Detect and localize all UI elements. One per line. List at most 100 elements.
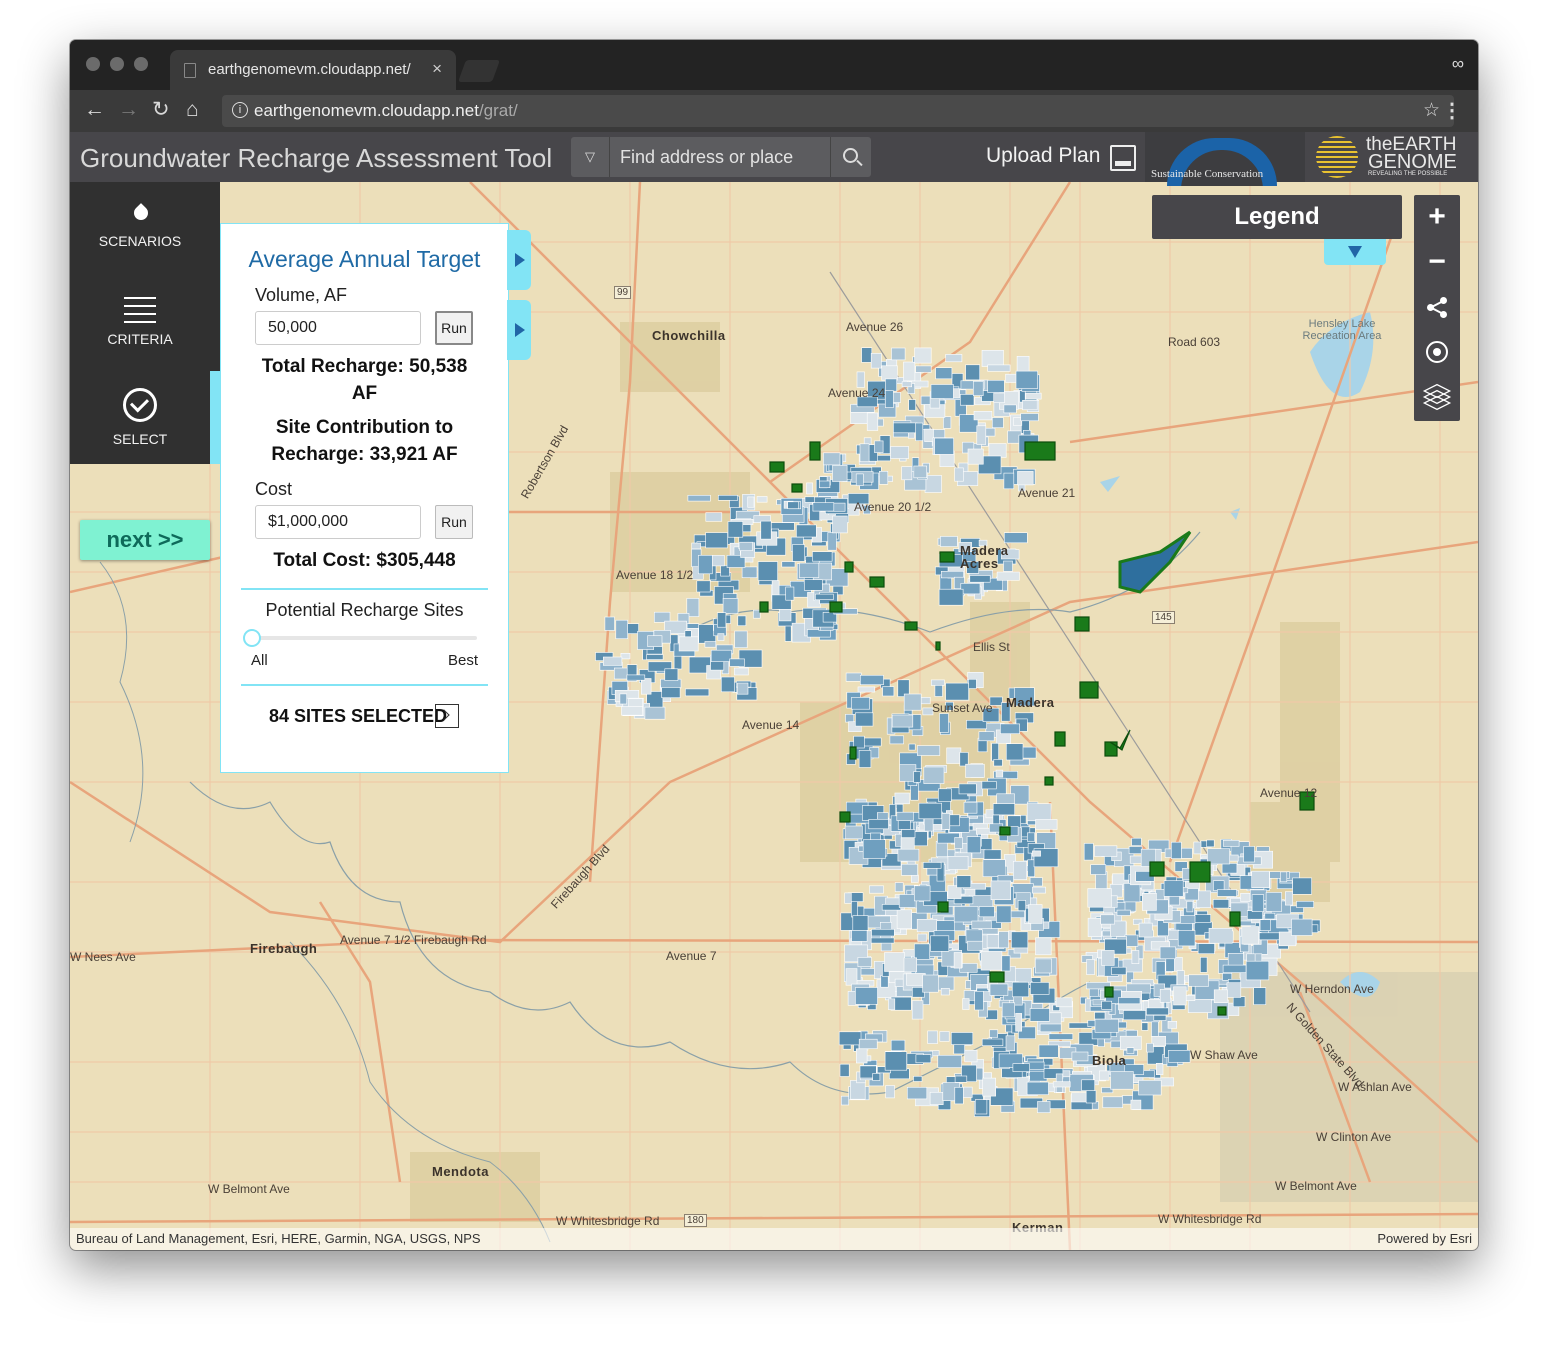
parcel bbox=[704, 641, 717, 648]
run-cost-button[interactable]: Run bbox=[435, 505, 473, 539]
parcel bbox=[1153, 1014, 1167, 1021]
parcel bbox=[1123, 883, 1141, 903]
parcel bbox=[924, 428, 934, 442]
parcel bbox=[897, 848, 920, 862]
volume-input[interactable] bbox=[255, 311, 421, 345]
reload-icon[interactable]: ↻ bbox=[152, 98, 170, 122]
sites-slider-track[interactable] bbox=[251, 636, 477, 640]
parcel bbox=[857, 686, 876, 693]
back-icon[interactable]: ← bbox=[84, 98, 105, 122]
recharge-site bbox=[1189, 861, 1211, 883]
parcel bbox=[945, 354, 963, 363]
parcel bbox=[1167, 1020, 1177, 1029]
next-button[interactable]: next >> bbox=[80, 520, 210, 560]
powered-by-esri[interactable]: Powered by Esri bbox=[1377, 1231, 1472, 1246]
parcel bbox=[913, 885, 931, 902]
parcel bbox=[967, 448, 984, 465]
legend-toggle-chevron-icon[interactable] bbox=[1324, 239, 1386, 265]
parcel bbox=[972, 381, 984, 396]
expand-panel-tab[interactable] bbox=[507, 300, 531, 360]
browser-tab[interactable]: earthgenomevm.cloudapp.net/ × bbox=[170, 50, 456, 90]
parcel bbox=[915, 1054, 932, 1064]
parcel bbox=[893, 422, 918, 434]
parcel bbox=[785, 586, 795, 601]
sidebar-item-select[interactable]: SELECT bbox=[70, 388, 210, 447]
save-plan-icon[interactable] bbox=[1110, 145, 1136, 171]
home-icon[interactable]: ⌂ bbox=[186, 98, 199, 122]
map-label-madera-acres: Madera Acres bbox=[960, 543, 1009, 571]
recharge-site bbox=[849, 746, 857, 760]
parcel bbox=[1029, 1008, 1050, 1022]
tab-close-icon[interactable]: × bbox=[432, 59, 442, 79]
search-input[interactable] bbox=[610, 137, 840, 177]
parcel bbox=[993, 392, 1005, 403]
parcel bbox=[954, 837, 963, 849]
parcel bbox=[884, 952, 905, 972]
parcel bbox=[604, 616, 615, 631]
parcel bbox=[1151, 1035, 1166, 1047]
view-sites-chevron-icon[interactable] bbox=[435, 704, 459, 728]
parcel bbox=[982, 1077, 997, 1097]
bookmark-star-icon[interactable]: ☆ bbox=[1423, 99, 1440, 122]
parcel bbox=[710, 649, 732, 662]
site-info-icon[interactable]: i bbox=[232, 102, 248, 118]
upload-plan-button[interactable]: Upload Plan bbox=[986, 144, 1100, 168]
sidebar-item-scenarios[interactable]: SCENARIOS bbox=[70, 202, 210, 249]
parcel bbox=[1026, 803, 1052, 822]
parcel bbox=[1017, 900, 1026, 912]
parcel bbox=[1005, 1035, 1016, 1052]
recharge-site bbox=[904, 621, 918, 631]
search-button[interactable] bbox=[830, 137, 871, 177]
parcel bbox=[1071, 1092, 1087, 1103]
parcel bbox=[1001, 1002, 1016, 1018]
collapse-panel-tab[interactable] bbox=[507, 230, 531, 290]
share-button[interactable] bbox=[1414, 285, 1460, 329]
parcel bbox=[923, 766, 945, 784]
parcel bbox=[935, 840, 948, 857]
parcel bbox=[823, 452, 841, 466]
parcel bbox=[781, 561, 796, 568]
run-volume-button[interactable]: Run bbox=[435, 311, 473, 345]
forward-icon[interactable]: → bbox=[118, 98, 139, 122]
parcel bbox=[1171, 841, 1182, 859]
brand-logo-line3: REVEALING THE POSSIBLE bbox=[1368, 171, 1448, 177]
parcel bbox=[973, 411, 993, 421]
zoom-out-button[interactable]: − bbox=[1414, 240, 1460, 284]
parcel bbox=[920, 697, 931, 705]
legend-header[interactable]: Legend bbox=[1152, 195, 1402, 239]
parcel bbox=[739, 541, 753, 551]
sites-slider-handle[interactable] bbox=[243, 629, 261, 647]
sidebar-item-criteria[interactable]: CRITERIA bbox=[70, 296, 210, 347]
locate-button[interactable] bbox=[1414, 330, 1460, 374]
field-patch bbox=[410, 1152, 540, 1222]
parcel bbox=[884, 390, 894, 408]
zoom-in-button[interactable]: + bbox=[1414, 195, 1460, 239]
address-bar[interactable]: i earthgenomevm.cloudapp.net/grat/ ☆ bbox=[222, 95, 1454, 127]
recharge-site bbox=[939, 551, 955, 563]
new-tab-button[interactable] bbox=[457, 60, 501, 82]
parcel bbox=[885, 1085, 895, 1099]
browser-menu-icon[interactable]: ⋮ bbox=[1442, 98, 1462, 123]
map-label-madera: Madera bbox=[1006, 695, 1055, 710]
map-label-chowchilla: Chowchilla bbox=[652, 328, 726, 343]
close-window-icon[interactable] bbox=[86, 57, 100, 71]
earth-genome-logo[interactable]: theEARTH GENOME REVEALING THE POSSIBLE bbox=[1310, 132, 1478, 182]
map-label-clinton: W Clinton Ave bbox=[1316, 1130, 1392, 1144]
parcel bbox=[1116, 909, 1131, 916]
cost-input[interactable] bbox=[255, 505, 421, 539]
parcel bbox=[1099, 1070, 1110, 1081]
parcel bbox=[1245, 960, 1270, 981]
layers-button[interactable] bbox=[1414, 375, 1460, 419]
map-label-avenue7half: Avenue 7 1/2 Firebaugh Rd bbox=[340, 933, 487, 947]
parcel bbox=[974, 1099, 988, 1115]
parcel bbox=[924, 816, 934, 832]
panel-title: Average Annual Target bbox=[248, 246, 481, 272]
search-source-dropdown[interactable]: ▽ bbox=[571, 137, 610, 177]
map-label-firebaugh: Firebaugh bbox=[250, 941, 318, 956]
map-label-whitesbridge-east: W Whitesbridge Rd bbox=[1158, 1212, 1262, 1226]
sustainable-conservation-logo[interactable]: Sustainable Conservation bbox=[1145, 132, 1305, 186]
parcel bbox=[844, 825, 863, 840]
minimize-window-icon[interactable] bbox=[110, 57, 124, 71]
map-label-avenue7: Avenue 7 bbox=[666, 949, 717, 963]
zoom-window-icon[interactable] bbox=[134, 57, 148, 71]
